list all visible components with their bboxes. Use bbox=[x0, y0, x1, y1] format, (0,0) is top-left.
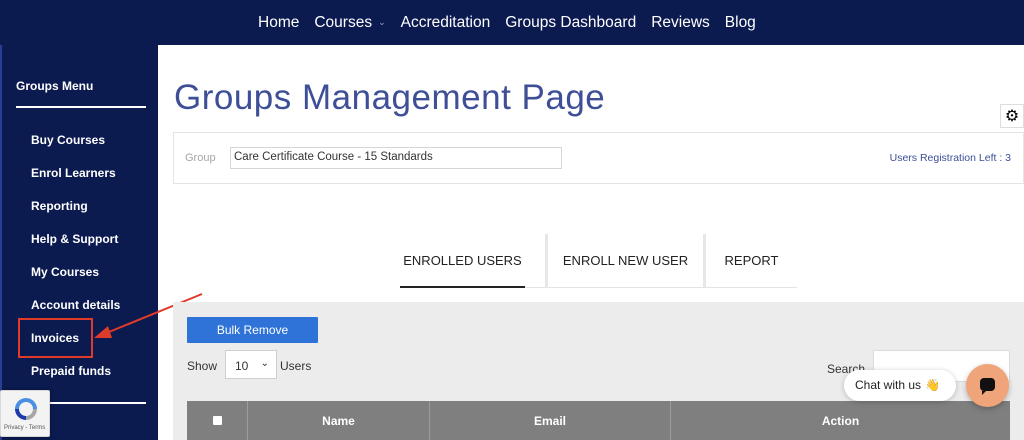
sidebar-item-prepaid-funds[interactable]: Prepaid funds bbox=[31, 364, 111, 378]
chevron-down-icon: ⌄ bbox=[260, 358, 269, 369]
tab-report[interactable]: REPORT bbox=[706, 234, 797, 288]
sidebar-item-my-courses[interactable]: My Courses bbox=[31, 265, 99, 279]
chat-prompt-bubble[interactable]: Chat with us 👋 bbox=[844, 370, 956, 401]
groups-sidebar: Groups Menu Buy Courses Enrol Learners R… bbox=[0, 45, 158, 440]
settings-button[interactable]: ⚙ bbox=[1000, 104, 1024, 128]
sidebar-item-invoices[interactable]: Invoices bbox=[31, 331, 79, 345]
group-selector-panel: Group Care Certificate Course - 15 Stand… bbox=[173, 132, 1024, 184]
tab-enroll-new-user[interactable]: ENROLL NEW USER bbox=[548, 234, 703, 288]
nav-groups-dashboard[interactable]: Groups Dashboard bbox=[505, 14, 636, 32]
sidebar-divider-top bbox=[16, 106, 146, 108]
nav-blog[interactable]: Blog bbox=[725, 14, 756, 32]
nav-home[interactable]: Home bbox=[258, 14, 299, 32]
sidebar-item-reporting[interactable]: Reporting bbox=[31, 199, 88, 213]
column-header-name[interactable]: Name bbox=[248, 401, 430, 440]
checkbox-icon bbox=[212, 416, 222, 425]
waving-hand-icon: 👋 bbox=[925, 378, 940, 392]
top-navigation: Home Courses ⌄ Accreditation Groups Dashb… bbox=[0, 0, 1024, 45]
users-label: Users bbox=[280, 359, 312, 373]
show-label: Show bbox=[187, 359, 218, 373]
page-size-value: 10 bbox=[235, 359, 249, 373]
registration-left-count: Users Registration Left : 3 bbox=[889, 152, 1011, 164]
page-title: Groups Management Page bbox=[174, 78, 606, 117]
nav-courses[interactable]: Courses ⌄ bbox=[314, 14, 385, 32]
sidebar-title: Groups Menu bbox=[16, 79, 94, 93]
chat-launcher-button[interactable] bbox=[966, 364, 1009, 407]
group-select[interactable]: Care Certificate Course - 15 Standards bbox=[230, 147, 562, 169]
nav-courses-label: Courses bbox=[314, 13, 373, 31]
gear-icon: ⚙ bbox=[1004, 108, 1020, 125]
page-size-select[interactable]: 10 ⌄ bbox=[225, 350, 277, 379]
chevron-down-icon: ⌄ bbox=[378, 16, 386, 27]
recaptcha-badge[interactable]: Privacy - Terms bbox=[0, 390, 50, 437]
nav-accreditation[interactable]: Accreditation bbox=[401, 14, 491, 32]
recaptcha-logo-icon bbox=[15, 398, 37, 420]
sidebar-item-help-support[interactable]: Help & Support bbox=[31, 232, 118, 246]
group-label: Group bbox=[185, 152, 216, 164]
table-header: Name Email Action bbox=[187, 401, 1010, 440]
tab-enrolled-users[interactable]: ENROLLED USERS bbox=[400, 234, 525, 288]
top-nav-items: Home Courses ⌄ Accreditation Groups Dashb… bbox=[258, 0, 771, 45]
sidebar-item-buy-courses[interactable]: Buy Courses bbox=[31, 133, 105, 147]
active-tab-underline bbox=[400, 286, 525, 288]
sidebar-item-enrol-learners[interactable]: Enrol Learners bbox=[31, 166, 116, 180]
recaptcha-terms[interactable]: Privacy - Terms bbox=[4, 425, 45, 431]
column-header-email[interactable]: Email bbox=[430, 401, 671, 440]
nav-reviews[interactable]: Reviews bbox=[651, 14, 710, 32]
chat-prompt-label: Chat with us bbox=[855, 378, 922, 392]
select-all-checkbox[interactable] bbox=[187, 401, 248, 440]
column-header-action: Action bbox=[821, 413, 860, 428]
tab-baseline bbox=[525, 287, 797, 288]
chat-bubble-icon bbox=[980, 378, 995, 395]
bulk-remove-button[interactable]: Bulk Remove bbox=[187, 317, 318, 343]
